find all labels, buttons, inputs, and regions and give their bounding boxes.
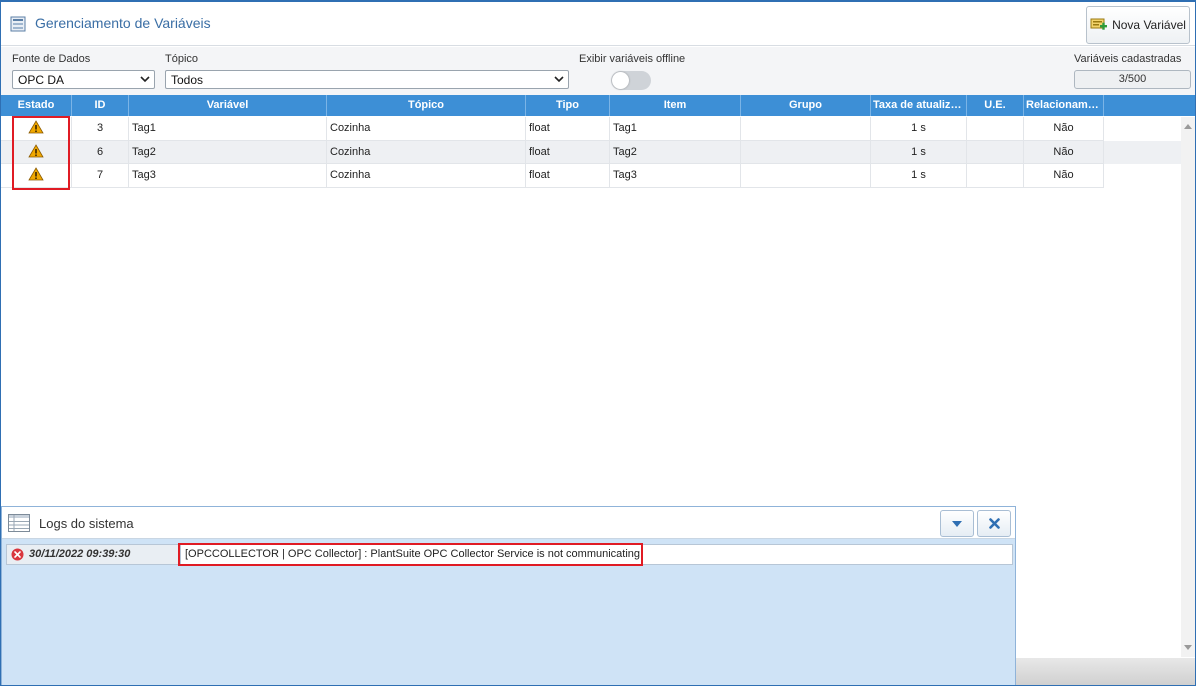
item-cell: Tag3 xyxy=(610,164,741,188)
variavel-cell: Tag2 xyxy=(129,140,327,164)
page-title: Gerenciamento de Variáveis xyxy=(35,15,211,31)
item-cell: Tag2 xyxy=(610,140,741,164)
log-message: [OPCCOLLECTOR | OPC Collector] : PlantSu… xyxy=(185,548,644,560)
log-timestamp: 30/11/2022 09:39:30 xyxy=(29,548,131,560)
taxa-cell: 1 s xyxy=(871,117,967,141)
warning-icon xyxy=(28,143,44,157)
tipo-cell: float xyxy=(526,140,610,164)
column-header-ue[interactable]: U.E. xyxy=(967,95,1024,116)
add-variable-icon xyxy=(1090,18,1108,30)
variables-window: Gerenciamento de Variáveis Nova Variável… xyxy=(0,0,1196,686)
topic-label: Tópico xyxy=(165,53,199,65)
registered-label: Variáveis cadastradas xyxy=(1074,53,1182,65)
column-header-item[interactable]: Item xyxy=(610,95,741,116)
data-source-label: Fonte de Dados xyxy=(12,53,91,65)
taxa-cell: 1 s xyxy=(871,164,967,188)
error-icon xyxy=(11,548,24,561)
table-row[interactable]: 7 Tag3 Cozinha float Tag3 1 s Não xyxy=(1,164,1195,188)
grupo-cell xyxy=(741,140,871,164)
grupo-cell xyxy=(741,117,871,141)
item-cell: Tag1 xyxy=(610,117,741,141)
scroll-up-icon[interactable] xyxy=(1184,124,1192,129)
ue-cell xyxy=(967,140,1024,164)
close-icon xyxy=(988,518,1000,529)
topico-cell: Cozinha xyxy=(327,140,526,164)
system-logs-panel: Logs do sistema 30/11/2022 09:39:30 [OPC… xyxy=(1,506,1016,685)
chevron-down-icon xyxy=(952,520,962,527)
taxa-cell: 1 s xyxy=(871,140,967,164)
ue-cell xyxy=(967,117,1024,141)
grid-header: Estado ID Variável Tópico Tipo Item Grup… xyxy=(1,95,1195,116)
logs-header: Logs do sistema xyxy=(2,507,1015,539)
footer-bar xyxy=(1015,658,1195,685)
window-header: Gerenciamento de Variáveis Nova Variável xyxy=(1,2,1195,46)
close-logs-button[interactable] xyxy=(977,510,1011,537)
column-header-variavel[interactable]: Variável xyxy=(129,95,327,116)
column-header-estado[interactable]: Estado xyxy=(1,95,72,116)
log-list-icon xyxy=(8,514,30,532)
topic-select[interactable]: Todos xyxy=(165,70,569,89)
ue-cell xyxy=(967,164,1024,188)
variavel-cell: Tag3 xyxy=(129,164,327,188)
relacionamento-cell: Não xyxy=(1024,164,1104,188)
scroll-down-icon[interactable] xyxy=(1184,645,1192,650)
log-entry[interactable]: 30/11/2022 09:39:30 [OPCCOLLECTOR | OPC … xyxy=(6,544,1013,565)
relacionamento-cell: Não xyxy=(1024,140,1104,164)
data-source-select[interactable]: OPC DA xyxy=(12,70,155,89)
estado-cell xyxy=(1,117,72,141)
data-source-value: OPC DA xyxy=(18,73,65,87)
collapse-logs-button[interactable] xyxy=(940,510,974,537)
id-cell: 7 xyxy=(72,164,129,188)
id-cell: 6 xyxy=(72,140,129,164)
chevron-down-icon xyxy=(140,76,150,83)
variables-icon xyxy=(10,16,26,32)
tipo-cell: float xyxy=(526,117,610,141)
column-header-taxa[interactable]: Taxa de atualiza... xyxy=(871,95,967,116)
column-header-relacionamento[interactable]: Relacioname... xyxy=(1024,95,1104,116)
filter-bar: Fonte de Dados OPC DA Tópico Todos Exibi… xyxy=(1,47,1195,95)
topico-cell: Cozinha xyxy=(327,164,526,188)
registered-counter: 3/500 xyxy=(1074,70,1191,89)
table-row[interactable]: 3 Tag1 Cozinha float Tag1 1 s Não xyxy=(1,117,1195,141)
topic-value: Todos xyxy=(171,73,204,87)
logs-title: Logs do sistema xyxy=(39,516,134,531)
grid-scrollbar[interactable] xyxy=(1181,117,1195,657)
chevron-down-icon xyxy=(554,76,564,83)
new-variable-label: Nova Variável xyxy=(1112,18,1186,32)
id-cell: 3 xyxy=(72,117,129,141)
column-header-topico[interactable]: Tópico xyxy=(327,95,526,116)
variables-grid: 3 Tag1 Cozinha float Tag1 1 s Não 6 Tag2… xyxy=(1,117,1195,507)
log-message-box: [OPCCOLLECTOR | OPC Collector] : PlantSu… xyxy=(180,544,1013,565)
topico-cell: Cozinha xyxy=(327,117,526,141)
estado-cell xyxy=(1,164,72,188)
offline-label: Exibir variáveis offline xyxy=(579,53,686,65)
table-row[interactable]: 6 Tag2 Cozinha float Tag2 1 s Não xyxy=(1,140,1195,164)
variavel-cell: Tag1 xyxy=(129,117,327,141)
toggle-knob xyxy=(612,72,629,89)
relacionamento-cell: Não xyxy=(1024,117,1104,141)
warning-icon xyxy=(28,167,44,181)
tipo-cell: float xyxy=(526,164,610,188)
column-header-grupo[interactable]: Grupo xyxy=(741,95,871,116)
column-header-tipo[interactable]: Tipo xyxy=(526,95,610,116)
warning-icon xyxy=(28,120,44,134)
grupo-cell xyxy=(741,164,871,188)
offline-toggle[interactable] xyxy=(611,71,651,90)
new-variable-button[interactable]: Nova Variável xyxy=(1086,6,1190,44)
column-header-id[interactable]: ID xyxy=(72,95,129,116)
estado-cell xyxy=(1,140,72,164)
